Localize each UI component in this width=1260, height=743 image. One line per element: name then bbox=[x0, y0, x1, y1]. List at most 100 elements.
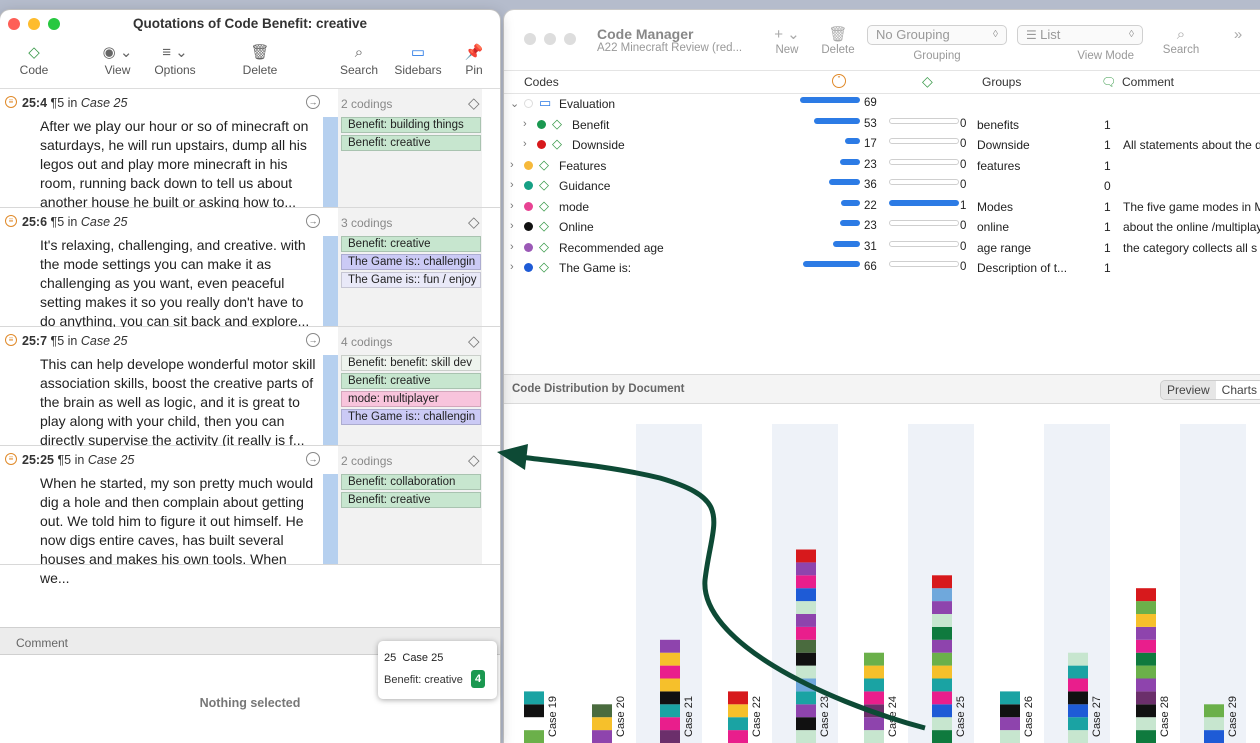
search-button[interactable]: ⌕ Search bbox=[1160, 26, 1202, 56]
code-button[interactable]: ◇ Code bbox=[4, 43, 64, 77]
bar-segment[interactable] bbox=[1000, 730, 1020, 743]
code-chip[interactable]: Benefit: creative bbox=[341, 492, 481, 508]
code-chip[interactable]: Benefit: creative bbox=[341, 135, 481, 151]
bar-segment[interactable] bbox=[1068, 691, 1088, 705]
close-window-button[interactable] bbox=[524, 33, 536, 45]
bar-segment[interactable] bbox=[1136, 639, 1156, 653]
view-button[interactable]: ◉ ⌄ View bbox=[90, 43, 145, 77]
code-chip[interactable]: Benefit: creative bbox=[341, 236, 481, 252]
chevron-right-icon[interactable]: › bbox=[523, 118, 527, 130]
bar-segment[interactable] bbox=[932, 601, 952, 614]
chevron-right-icon[interactable]: › bbox=[523, 138, 527, 150]
new-button[interactable]: + ⌄ New bbox=[770, 26, 804, 56]
bar-segment[interactable] bbox=[864, 691, 884, 705]
bar-segment[interactable] bbox=[796, 626, 816, 640]
toolbar-overflow-button[interactable]: » bbox=[1228, 26, 1248, 44]
bar-segment[interactable] bbox=[932, 665, 952, 679]
bar-segment[interactable] bbox=[1136, 717, 1156, 731]
codes-column-header[interactable]: Codes bbox=[524, 75, 559, 89]
search-button[interactable]: ⌕ Search bbox=[336, 43, 382, 77]
code-row[interactable]: › ◇ Downside 17 0 Downside 1 All statements abo… bbox=[504, 135, 1260, 156]
bar-segment[interactable] bbox=[932, 717, 952, 731]
bar-segment[interactable] bbox=[1068, 665, 1088, 679]
open-quotation-icon[interactable]: → bbox=[306, 452, 320, 466]
pin-button[interactable]: 📌 Pin bbox=[460, 43, 488, 77]
bar-segment[interactable] bbox=[864, 730, 884, 743]
bar-segment[interactable] bbox=[1136, 678, 1156, 692]
grouping-select[interactable]: No Grouping ◊ bbox=[867, 25, 1007, 45]
bar-segment[interactable] bbox=[796, 730, 816, 743]
bar-segment[interactable] bbox=[660, 639, 680, 653]
bar-segment[interactable] bbox=[796, 678, 816, 692]
bar-segment[interactable] bbox=[932, 626, 952, 640]
bar-segment[interactable] bbox=[932, 691, 952, 705]
bar-segment[interactable] bbox=[796, 639, 816, 653]
options-button[interactable]: ≡ ⌄ Options bbox=[143, 43, 207, 77]
code-chip[interactable]: The Game is:: challengin bbox=[341, 254, 481, 270]
bar-segment[interactable] bbox=[796, 575, 816, 589]
zoom-window-button[interactable] bbox=[564, 33, 576, 45]
code-diamond-icon[interactable]: ◇ bbox=[468, 213, 480, 231]
bar-segment[interactable] bbox=[932, 730, 952, 743]
delete-button[interactable]: 🗑 Delete bbox=[230, 43, 290, 77]
bar-segment[interactable] bbox=[660, 678, 680, 692]
code-chip[interactable]: mode: multiplayer bbox=[341, 391, 481, 407]
bar-segment[interactable] bbox=[524, 717, 544, 731]
bar-segment[interactable] bbox=[660, 652, 680, 666]
bar-segment[interactable] bbox=[524, 691, 544, 705]
bar-segment[interactable] bbox=[864, 652, 884, 666]
bar-segment[interactable] bbox=[524, 704, 544, 718]
code-chip[interactable]: Benefit: benefit: skill dev bbox=[341, 355, 481, 371]
bar-segment[interactable] bbox=[864, 665, 884, 679]
bar-segment[interactable] bbox=[1136, 730, 1156, 743]
bar-segment[interactable] bbox=[660, 717, 680, 731]
chevron-right-icon[interactable]: › bbox=[510, 261, 514, 273]
comment-column-header[interactable]: Comment bbox=[1122, 75, 1174, 89]
bar-segment[interactable] bbox=[1204, 717, 1224, 731]
charts-tab[interactable]: Charts bbox=[1215, 381, 1260, 399]
code-diamond-icon[interactable]: ◇ bbox=[468, 332, 480, 350]
bar-segment[interactable] bbox=[796, 652, 816, 666]
code-chip[interactable]: The Game is:: fun / enjoy bbox=[341, 272, 481, 288]
bar-segment[interactable] bbox=[524, 730, 544, 743]
preview-tab[interactable]: Preview bbox=[1160, 381, 1216, 399]
code-row[interactable]: › ◇ mode 22 1 Modes 1 The five game modes in M bbox=[504, 197, 1260, 218]
bar-segment[interactable] bbox=[864, 717, 884, 731]
bar-segment[interactable] bbox=[932, 575, 952, 589]
bar-segment[interactable] bbox=[728, 717, 748, 731]
bar-segment[interactable] bbox=[1068, 678, 1088, 692]
chevron-right-icon[interactable]: › bbox=[510, 220, 514, 232]
bar-segment[interactable] bbox=[864, 704, 884, 718]
code-chip[interactable]: Benefit: creative bbox=[341, 373, 481, 389]
chevron-down-icon[interactable]: ⌄ bbox=[510, 97, 519, 110]
bar-segment[interactable] bbox=[1000, 717, 1020, 731]
code-row[interactable]: ⌄ ▭ Evaluation 69 bbox=[504, 94, 1260, 115]
bar-segment[interactable] bbox=[728, 730, 748, 743]
code-row[interactable]: › ◇ Recommended age 31 0 age range 1 the catego… bbox=[504, 238, 1260, 259]
bar-segment[interactable] bbox=[1136, 601, 1156, 614]
comment-count-icon[interactable]: 🗨 bbox=[1101, 75, 1116, 89]
bar-segment[interactable] bbox=[796, 665, 816, 679]
open-quotation-icon[interactable]: → bbox=[306, 95, 320, 109]
bar-segment[interactable] bbox=[660, 704, 680, 718]
bar-segment[interactable] bbox=[796, 601, 816, 614]
bar-segment[interactable] bbox=[932, 652, 952, 666]
bar-segment[interactable] bbox=[660, 665, 680, 679]
bar-segment[interactable] bbox=[1136, 626, 1156, 640]
view-mode-select[interactable]: ☰ List ◊ bbox=[1017, 25, 1143, 45]
bar-segment[interactable] bbox=[660, 730, 680, 743]
bar-segment[interactable] bbox=[660, 691, 680, 705]
bar-segment[interactable] bbox=[1136, 691, 1156, 705]
bar-segment[interactable] bbox=[796, 588, 816, 602]
quotation-row[interactable]: ≡ 25:7 ¶5 in Case 25 → 4 codings ◇ This can h… bbox=[0, 327, 500, 448]
bar-segment[interactable] bbox=[1136, 614, 1156, 627]
bar-segment[interactable] bbox=[932, 588, 952, 602]
bar-segment[interactable] bbox=[1204, 704, 1224, 718]
bar-segment[interactable] bbox=[1068, 652, 1088, 666]
chevron-right-icon[interactable]: › bbox=[510, 179, 514, 191]
bar-segment[interactable] bbox=[932, 614, 952, 627]
bar-segment[interactable] bbox=[932, 678, 952, 692]
bar-segment[interactable] bbox=[932, 639, 952, 653]
code-chip[interactable]: Benefit: building things bbox=[341, 117, 481, 133]
bar-segment[interactable] bbox=[728, 691, 748, 705]
